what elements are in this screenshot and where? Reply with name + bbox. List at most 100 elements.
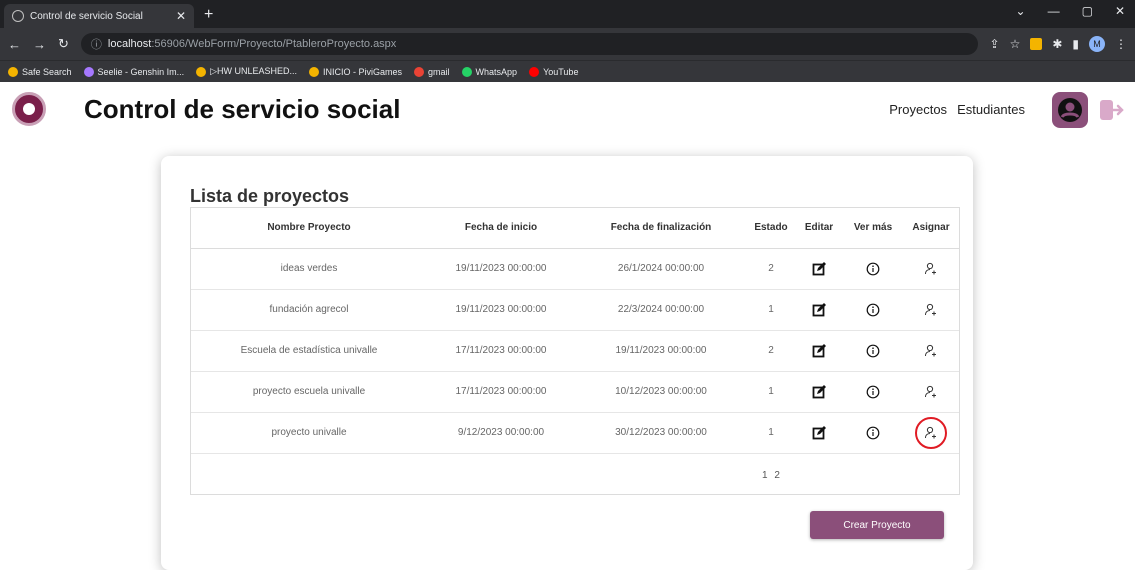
start-date: 19/11/2023 00:00:00 bbox=[427, 248, 575, 290]
assign-user-icon[interactable] bbox=[919, 298, 943, 322]
info-icon[interactable] bbox=[861, 257, 885, 281]
table-row: fundación agrecol 19/11/2023 00:00:00 22… bbox=[191, 289, 959, 331]
bookmark-item[interactable]: gmail bbox=[414, 66, 450, 77]
create-project-button[interactable]: Crear Proyecto bbox=[810, 511, 944, 539]
share-icon[interactable]: ⇪ bbox=[990, 37, 1000, 51]
reload-icon[interactable]: ↻ bbox=[58, 36, 69, 52]
info-icon[interactable] bbox=[861, 380, 885, 404]
assign-user-icon[interactable] bbox=[919, 257, 943, 281]
end-date: 30/12/2023 00:00:00 bbox=[575, 412, 747, 454]
assign-user-icon[interactable] bbox=[919, 339, 943, 363]
main-nav: Proyectos Estudiantes bbox=[889, 102, 1025, 117]
menu-icon[interactable]: ⋮ bbox=[1115, 37, 1127, 51]
projects-table: Nombre Proyecto Fecha de inicio Fecha de… bbox=[190, 207, 960, 495]
bookmark-item[interactable]: Safe Search bbox=[8, 66, 72, 77]
table-row: proyecto escuela univalle 17/11/2023 00:… bbox=[191, 371, 959, 413]
forward-icon[interactable]: → bbox=[33, 37, 46, 52]
table-row: proyecto univalle 9/12/2023 00:00:00 30/… bbox=[191, 412, 959, 454]
column-header: Estado bbox=[747, 208, 795, 249]
column-header: Editar bbox=[795, 208, 843, 249]
app-header: Control de servicio social Proyectos Est… bbox=[0, 82, 1135, 142]
whatsapp-icon bbox=[461, 66, 472, 77]
browser-toolbar: ← → ↻ ⓘ localhost:56906/WebForm/Proyecto… bbox=[0, 28, 1135, 60]
column-header: Ver más bbox=[843, 208, 903, 249]
logo bbox=[12, 92, 46, 126]
globe-icon bbox=[12, 10, 24, 22]
bookmark-favicon bbox=[196, 66, 207, 77]
info-icon[interactable] bbox=[861, 339, 885, 363]
page-link-1[interactable]: 1 bbox=[762, 470, 768, 481]
column-header: Asignar bbox=[903, 208, 959, 249]
projects-card: Lista de proyectos Nombre Proyecto Fecha… bbox=[161, 156, 973, 570]
bookmark-item[interactable]: INICIO - PiviGames bbox=[309, 66, 402, 77]
assign-user-icon[interactable] bbox=[919, 380, 943, 404]
browser-tabstrip: Control de servicio Social ✕ + ⌄ — ▢ ✕ bbox=[0, 0, 1135, 28]
address-bar[interactable]: ⓘ localhost:56906/WebForm/Proyecto/Ptabl… bbox=[80, 33, 978, 55]
start-date: 19/11/2023 00:00:00 bbox=[427, 289, 575, 331]
start-date: 17/11/2023 00:00:00 bbox=[427, 330, 575, 372]
edit-icon[interactable] bbox=[807, 339, 831, 363]
bookmark-item[interactable]: YouTube bbox=[529, 66, 578, 77]
status: 2 bbox=[747, 330, 795, 372]
bookmarks-bar: Safe Search Seelie - Genshin Im... ▷HW U… bbox=[0, 60, 1135, 82]
puzzle-icon[interactable]: ✱ bbox=[1052, 37, 1062, 51]
seelie-icon bbox=[83, 66, 94, 77]
browser-tab[interactable]: Control de servicio Social ✕ bbox=[4, 4, 194, 28]
project-name: proyecto escuela univalle bbox=[191, 371, 427, 413]
edit-icon[interactable] bbox=[807, 298, 831, 322]
toolbar-actions: ⇪ ☆ ✱ ▮ M ⋮ bbox=[990, 36, 1127, 52]
url-path: :56906/WebForm/Proyecto/PtableroProyecto… bbox=[151, 38, 397, 50]
info-icon: ⓘ bbox=[90, 39, 102, 51]
chevron-down-icon[interactable]: ⌄ bbox=[1016, 4, 1026, 18]
status: 1 bbox=[747, 371, 795, 413]
close-window-icon[interactable]: ✕ bbox=[1115, 4, 1125, 18]
logout-icon[interactable] bbox=[1097, 96, 1125, 124]
extension-icon[interactable] bbox=[1030, 38, 1043, 50]
nav-proyectos[interactable]: Proyectos bbox=[889, 102, 947, 117]
pagination: 1 2 bbox=[747, 453, 795, 497]
minimize-icon[interactable]: — bbox=[1048, 4, 1060, 18]
bookmark-item[interactable]: WhatsApp bbox=[461, 66, 517, 77]
back-icon[interactable]: ← bbox=[8, 37, 21, 52]
new-tab-icon[interactable]: + bbox=[204, 6, 213, 24]
profile-avatar[interactable]: M bbox=[1089, 36, 1105, 52]
project-name: proyecto univalle bbox=[191, 412, 427, 454]
safe-search-icon bbox=[8, 66, 18, 77]
project-name: Escuela de estadística univalle bbox=[191, 330, 427, 372]
bookmark-item[interactable]: ▷HW UNLEASHED... bbox=[196, 66, 297, 77]
start-date: 9/12/2023 00:00:00 bbox=[427, 412, 575, 454]
status: 1 bbox=[747, 289, 795, 331]
start-date: 17/11/2023 00:00:00 bbox=[427, 371, 575, 413]
youtube-icon bbox=[529, 66, 540, 77]
project-name: ideas verdes bbox=[191, 248, 427, 290]
info-icon[interactable] bbox=[861, 298, 885, 322]
edit-icon[interactable] bbox=[807, 380, 831, 404]
nav-estudiantes[interactable]: Estudiantes bbox=[957, 102, 1025, 117]
column-header: Fecha de finalización bbox=[575, 208, 747, 249]
bookmark-item[interactable]: Seelie - Genshin Im... bbox=[83, 66, 184, 77]
edit-icon[interactable] bbox=[807, 421, 831, 445]
star-icon[interactable]: ☆ bbox=[1010, 37, 1021, 51]
page-link-2[interactable]: 2 bbox=[774, 470, 780, 481]
user-icon bbox=[1058, 98, 1082, 122]
pager-row: 1 2 bbox=[191, 453, 959, 497]
tab-title: Control de servicio Social bbox=[30, 10, 143, 22]
close-tab-icon[interactable]: ✕ bbox=[176, 9, 186, 23]
end-date: 19/11/2023 00:00:00 bbox=[575, 330, 747, 372]
page-title: Control de servicio social bbox=[84, 94, 401, 124]
restore-icon[interactable]: ▢ bbox=[1082, 4, 1093, 18]
gmail-icon bbox=[414, 66, 425, 77]
table-row: ideas verdes 19/11/2023 00:00:00 26/1/20… bbox=[191, 248, 959, 290]
status: 2 bbox=[747, 248, 795, 290]
info-icon[interactable] bbox=[861, 421, 885, 445]
column-header: Fecha de inicio bbox=[427, 208, 575, 249]
end-date: 22/3/2024 00:00:00 bbox=[575, 289, 747, 331]
edit-icon[interactable] bbox=[807, 257, 831, 281]
bookmark-favicon bbox=[309, 66, 320, 77]
sidepanel-icon[interactable]: ▮ bbox=[1072, 37, 1079, 51]
project-name: fundación agrecol bbox=[191, 289, 427, 331]
user-profile-button[interactable] bbox=[1052, 92, 1088, 128]
assign-user-icon-highlighted[interactable] bbox=[915, 416, 947, 449]
status: 1 bbox=[747, 412, 795, 454]
table-row: Escuela de estadística univalle 17/11/20… bbox=[191, 330, 959, 372]
